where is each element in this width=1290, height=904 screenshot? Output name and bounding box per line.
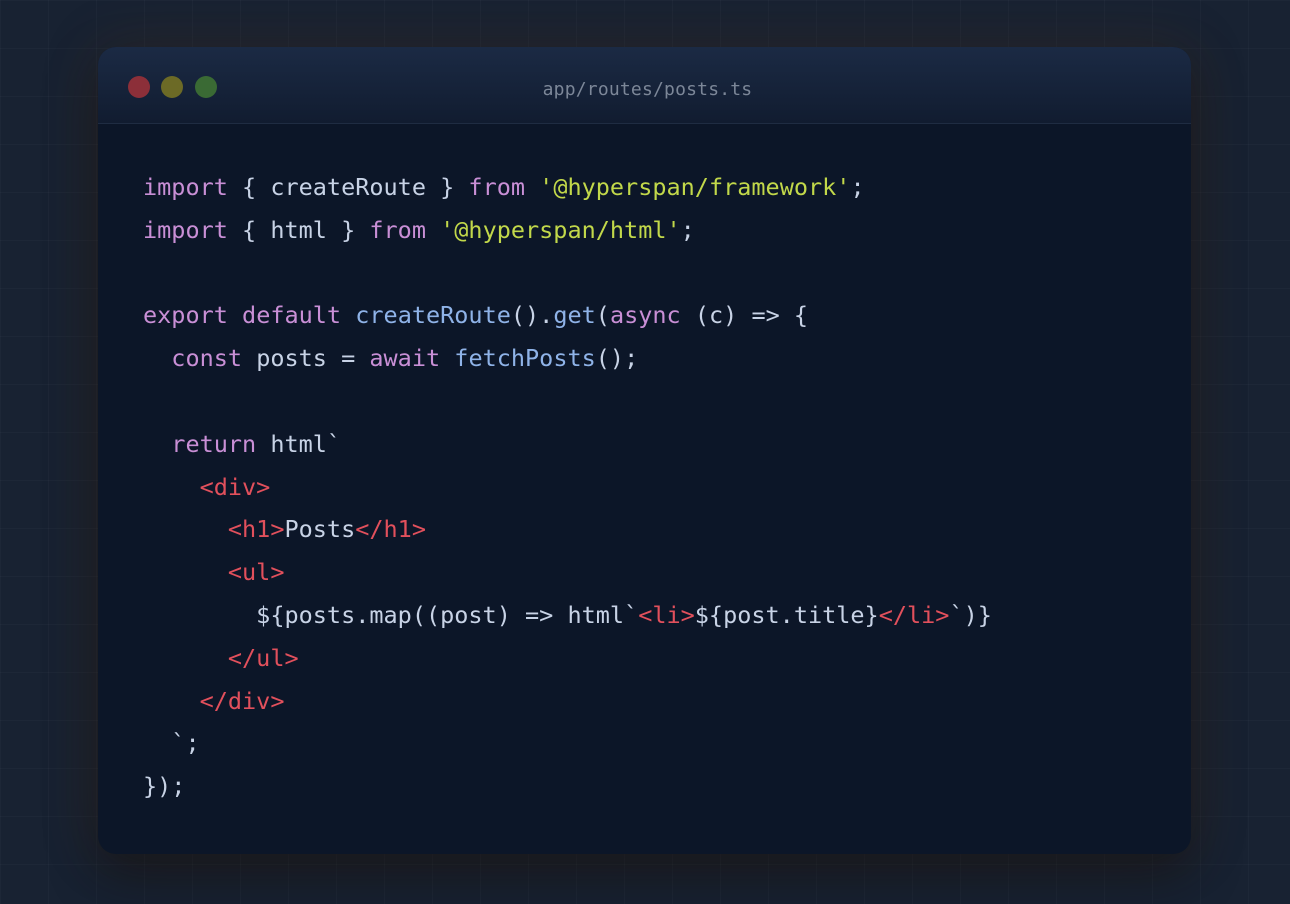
code-token: ${posts.map((post) => html` [143,600,639,629]
code-line: <ul> [143,551,992,594]
code-token: ; [680,215,695,244]
code-line: <h1>Posts</h1> [143,508,992,551]
code-token: }); [143,772,186,801]
code-line: </div> [143,680,992,723]
window-titlebar: app/routes/posts.ts [98,47,1191,124]
code-line: ${posts.map((post) => html`<li>${post.ti… [143,594,992,637]
code-window: app/routes/posts.ts import { createRoute… [98,47,1191,854]
code-token: { createRoute } [227,173,469,201]
code-token: get [553,301,596,330]
code-token: <ul> [227,558,285,587]
code-token: posts = [242,344,370,373]
code-token: ; [850,173,865,201]
code-token: </li> [878,600,950,629]
code-token: ( [595,301,610,330]
code-line: export default createRoute().get(async (… [143,294,992,337]
code-token: from [468,173,526,201]
code-line: `; [143,722,992,765]
code-token: (c) => { [680,301,809,330]
code-token: { html } [227,215,370,244]
code-token: (); [595,344,639,373]
code-token: <div> [199,472,271,501]
code-token: '@hyperspan/html' [440,215,681,244]
code-token: <li> [638,600,695,629]
code-token: from [369,215,426,244]
code-line: const posts = await fetchPosts(); [143,337,992,380]
code-token: const [171,344,243,373]
code-token: html` [256,429,342,458]
code-line: import { createRoute } from '@hyperspan/… [143,166,992,209]
code-token: (). [510,301,554,330]
code-token: import [143,215,228,244]
code-token: </h1> [355,515,426,544]
code-line: return html` [143,423,992,466]
code-line: </ul> [143,637,992,680]
code-token: <h1> [227,515,285,544]
code-token: import [143,173,228,201]
window-title: app/routes/posts.ts [542,79,753,100]
code-token: '@hyperspan/framework' [539,173,851,201]
code-token: createRoute [355,301,511,330]
code-token: async [609,301,681,330]
code-token: export [143,301,228,330]
code-token: `)} [949,600,992,629]
code-line: <div> [143,466,992,509]
code-token: `; [143,729,200,758]
code-line: import { html } from '@hyperspan/html'; [143,209,992,252]
code-line: }); [143,765,992,808]
code-token: default [242,301,342,330]
code-token: fetchPosts [454,344,596,373]
code-token: </div> [199,686,285,715]
code-token: return [171,429,257,458]
code-token: await [369,344,441,373]
code-token: ${post.title} [694,600,879,629]
code-token: Posts [284,515,356,544]
code-token: </ul> [227,643,299,672]
code-block: import { createRoute } from '@hyperspan/… [143,166,992,808]
